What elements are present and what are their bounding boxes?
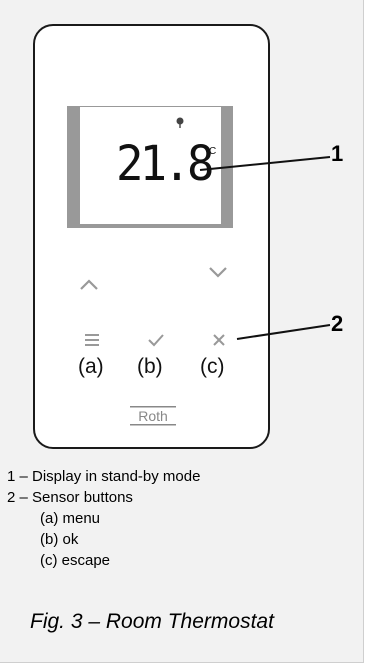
menu-icon[interactable] bbox=[84, 333, 100, 347]
callout-line-1 bbox=[199, 156, 331, 171]
callout-line-2 bbox=[236, 324, 331, 340]
ok-button-label: (b) bbox=[137, 355, 163, 378]
menu-button-label: (a) bbox=[78, 355, 104, 378]
legend-item-c: (c) escape bbox=[40, 552, 111, 569]
legend-item-a: (a) menu bbox=[40, 510, 101, 527]
callout-1: 1 bbox=[331, 141, 344, 166]
close-icon[interactable] bbox=[212, 333, 226, 347]
escape-button-label: (c) bbox=[200, 355, 225, 378]
legend-line-1: 1 – Display in stand-by mode bbox=[7, 468, 201, 485]
down-arrow-icon[interactable] bbox=[207, 265, 229, 279]
roth-logo: Roth bbox=[130, 406, 176, 426]
svg-text:Roth: Roth bbox=[138, 408, 168, 424]
figure-caption: Fig. 3 – Room Thermostat bbox=[30, 610, 274, 633]
legend-item-b: (b) ok bbox=[40, 531, 79, 548]
callout-2: 2 bbox=[331, 311, 344, 336]
up-arrow-icon[interactable] bbox=[78, 278, 100, 292]
legend-line-2: 2 – Sensor buttons bbox=[7, 489, 133, 506]
check-icon[interactable] bbox=[147, 333, 165, 347]
